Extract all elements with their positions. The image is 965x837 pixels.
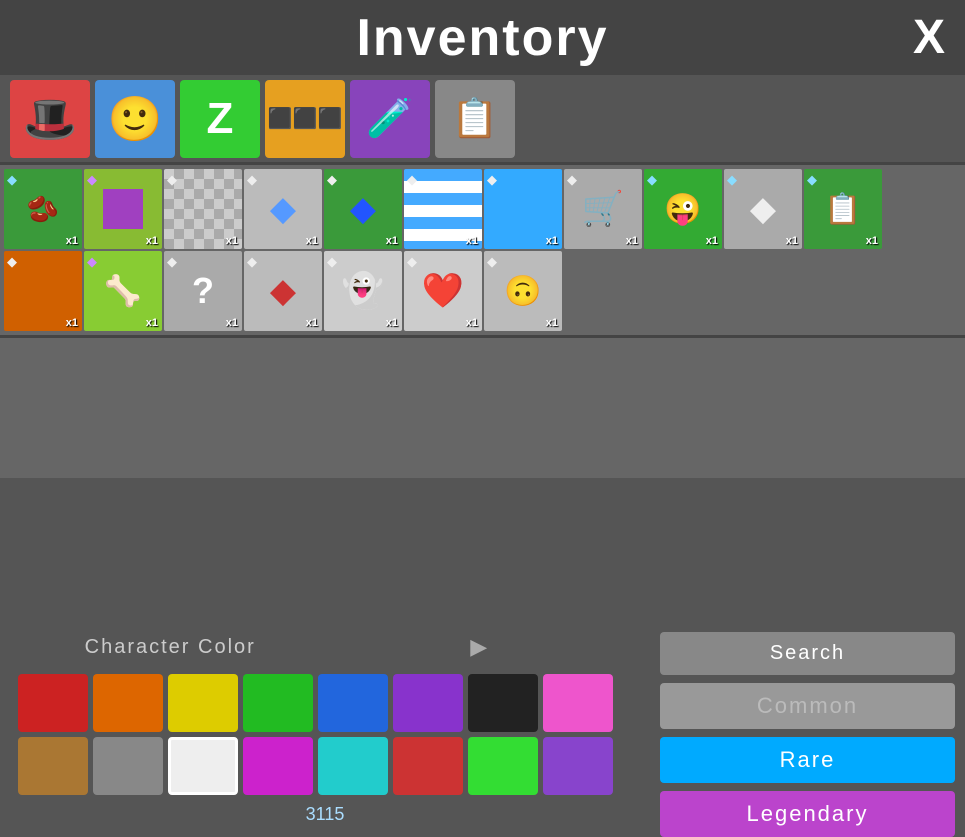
swatch-orange[interactable] bbox=[93, 674, 163, 732]
page-title: Inventory bbox=[356, 8, 608, 68]
item-diamond-white[interactable]: ◆ ◆ x1 bbox=[724, 169, 802, 249]
rarity-icon: ◆ bbox=[727, 172, 739, 184]
inventory-row-1: 🫘 ◆ x1 ◆ x1 ◆ x1 ◆ ◆ x1 ◆ ◆ x1 ◆ bbox=[4, 169, 961, 249]
swatch-cyan[interactable] bbox=[318, 737, 388, 795]
swatch-lime[interactable] bbox=[468, 737, 538, 795]
item-heart[interactable]: ❤️ ◆ x1 bbox=[404, 251, 482, 331]
category-lab[interactable]: 🧪 bbox=[350, 80, 430, 158]
rarity-icon: ◆ bbox=[407, 254, 419, 266]
swatch-violet[interactable] bbox=[543, 737, 613, 795]
rarity-icon: ◆ bbox=[567, 172, 579, 184]
color-row-1 bbox=[8, 674, 642, 732]
item-checker[interactable]: ◆ x1 bbox=[164, 169, 242, 249]
rarity-icon: ◆ bbox=[487, 254, 499, 266]
rarity-icon: ◆ bbox=[167, 172, 179, 184]
item-hstripes[interactable]: ◆ x1 bbox=[404, 169, 482, 249]
category-hat[interactable]: 🎩 bbox=[10, 80, 90, 158]
legendary-filter-button[interactable]: Legendary bbox=[660, 791, 955, 837]
rarity-icon: ◆ bbox=[327, 254, 339, 266]
item-orange-sq[interactable]: ◆ x1 bbox=[4, 251, 82, 331]
swatch-pink[interactable] bbox=[543, 674, 613, 732]
item-count: x1 bbox=[386, 235, 398, 247]
item-count: x1 bbox=[546, 235, 558, 247]
rarity-icon: ◆ bbox=[807, 172, 819, 184]
category-texture[interactable]: ⬛⬛⬛ bbox=[265, 80, 345, 158]
rarity-icon: ◆ bbox=[247, 254, 259, 266]
item-seeds[interactable]: 🫘 ◆ x1 bbox=[4, 169, 82, 249]
rarity-icon: ◆ bbox=[327, 172, 339, 184]
search-panel: Search Common Rare Legendary bbox=[650, 622, 965, 822]
rarity-icon: ◆ bbox=[87, 254, 99, 266]
color-row-2 bbox=[8, 737, 642, 795]
swatch-green[interactable] bbox=[243, 674, 313, 732]
rarity-icon: ◆ bbox=[87, 172, 99, 184]
item-count: x1 bbox=[706, 235, 718, 247]
item-list[interactable]: 📋 ◆ x1 bbox=[804, 169, 882, 249]
rarity-icon: ◆ bbox=[247, 172, 259, 184]
swatch-purple[interactable] bbox=[393, 674, 463, 732]
item-hat2[interactable]: 🦴 ◆ x1 bbox=[84, 251, 162, 331]
inventory-empty-space bbox=[0, 338, 965, 478]
swatch-blue[interactable] bbox=[318, 674, 388, 732]
char-color-header: Character Color ▶ bbox=[8, 630, 642, 664]
rarity-icon: ◆ bbox=[487, 172, 499, 184]
item-diamond-blue[interactable]: ◆ ◆ x1 bbox=[324, 169, 402, 249]
char-color-panel: Character Color ▶ 3115 bbox=[0, 622, 650, 822]
item-smile-dots[interactable]: 🙃 ◆ x1 bbox=[484, 251, 562, 331]
inventory-row-2: ◆ x1 🦴 ◆ x1 ? ◆ x1 ◆ ◆ x1 👻 ◆ x1 ❤️ bbox=[4, 251, 961, 331]
item-cart[interactable]: 🛒 ◆ x1 bbox=[564, 169, 642, 249]
swatch-magenta[interactable] bbox=[243, 737, 313, 795]
item-count: x1 bbox=[386, 317, 398, 329]
rarity-icon: ◆ bbox=[167, 254, 179, 266]
item-count: x1 bbox=[466, 317, 478, 329]
rarity-icon: ◆ bbox=[407, 172, 419, 184]
rarity-icon: ◆ bbox=[7, 172, 19, 184]
category-bar: 🎩 🙂 Z ⬛⬛⬛ 🧪 📋 bbox=[0, 75, 965, 165]
category-tool[interactable]: Z bbox=[180, 80, 260, 158]
item-solid-blue[interactable]: ◆ x1 bbox=[484, 169, 562, 249]
item-count: x1 bbox=[626, 235, 638, 247]
item-purple-sq[interactable]: ◆ x1 bbox=[84, 169, 162, 249]
item-count: x1 bbox=[786, 235, 798, 247]
inventory-area: 🫘 ◆ x1 ◆ x1 ◆ x1 ◆ ◆ x1 ◆ ◆ x1 ◆ bbox=[0, 165, 965, 338]
rarity-icon: ◆ bbox=[647, 172, 659, 184]
swatch-gray[interactable] bbox=[93, 737, 163, 795]
category-face[interactable]: 🙂 bbox=[95, 80, 175, 158]
item-question[interactable]: ? ◆ x1 bbox=[164, 251, 242, 331]
swatch-yellow[interactable] bbox=[168, 674, 238, 732]
item-face[interactable]: 😜 ◆ x1 bbox=[644, 169, 722, 249]
swatch-white[interactable] bbox=[168, 737, 238, 795]
char-color-arrow[interactable]: ▶ bbox=[328, 634, 633, 660]
item-count: x1 bbox=[546, 317, 558, 329]
item-count: x1 bbox=[66, 317, 78, 329]
item-count: x1 bbox=[226, 317, 238, 329]
item-count: x1 bbox=[226, 235, 238, 247]
item-gem-red[interactable]: ◆ ◆ x1 bbox=[244, 251, 322, 331]
header: Inventory X bbox=[0, 0, 965, 75]
category-misc[interactable]: 📋 bbox=[435, 80, 515, 158]
search-button[interactable]: Search bbox=[660, 632, 955, 675]
item-count: x1 bbox=[306, 235, 318, 247]
item-ghost[interactable]: 👻 ◆ x1 bbox=[324, 251, 402, 331]
bottom-section: Character Color ▶ 3115 Search bbox=[0, 622, 965, 822]
item-count: x1 bbox=[66, 235, 78, 247]
bottom-count: 3115 bbox=[8, 800, 642, 829]
char-color-label: Character Color bbox=[18, 636, 323, 659]
swatch-brown[interactable] bbox=[18, 737, 88, 795]
item-count: x1 bbox=[146, 235, 158, 247]
rare-filter-button[interactable]: Rare bbox=[660, 737, 955, 783]
rarity-icon: ◆ bbox=[7, 254, 19, 266]
item-count: x1 bbox=[146, 317, 158, 329]
common-filter-button[interactable]: Common bbox=[660, 683, 955, 729]
item-count: x1 bbox=[466, 235, 478, 247]
close-button[interactable]: X bbox=[913, 14, 945, 62]
item-count: x1 bbox=[866, 235, 878, 247]
item-count: x1 bbox=[306, 317, 318, 329]
item-diamond-gray[interactable]: ◆ ◆ x1 bbox=[244, 169, 322, 249]
swatch-black[interactable] bbox=[468, 674, 538, 732]
swatch-red[interactable] bbox=[18, 674, 88, 732]
swatch-dark-red[interactable] bbox=[393, 737, 463, 795]
